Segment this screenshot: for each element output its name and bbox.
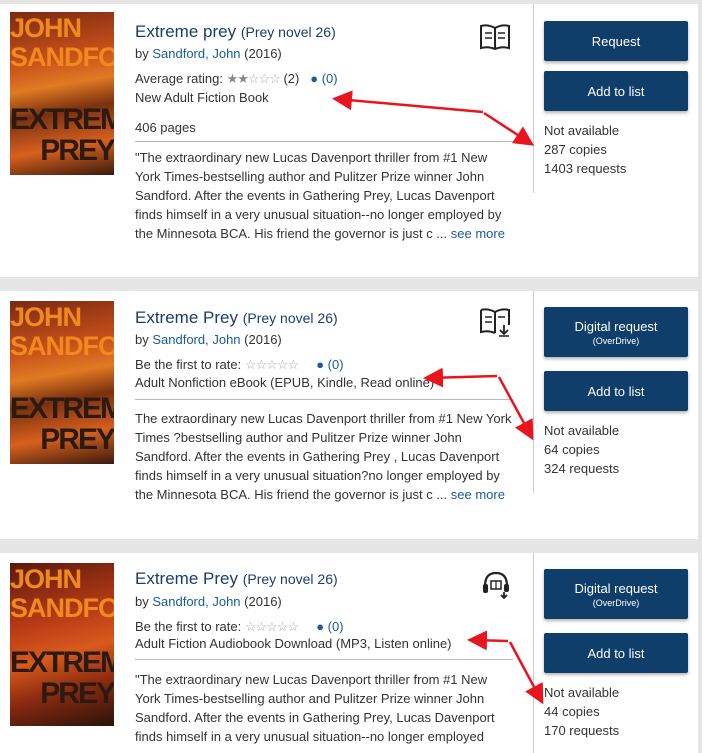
- column-separator: [533, 4, 534, 193]
- divider: [135, 141, 513, 142]
- comment-icon[interactable]: ●: [310, 71, 318, 86]
- add-to-list-button[interactable]: Add to list: [544, 71, 688, 111]
- author-link[interactable]: Sandford, John: [152, 594, 240, 609]
- author-line: by Sandford, John (2016): [135, 332, 282, 347]
- see-more-link[interactable]: see more: [451, 487, 505, 502]
- comment-count[interactable]: (0): [328, 357, 344, 372]
- series-link[interactable]: (Prey novel 26): [241, 24, 336, 40]
- book-cover[interactable]: JOHNSANDFORD EXTREMEPREY: [10, 301, 114, 464]
- page-count: 406 pages: [135, 120, 196, 135]
- ebook-download-icon: [480, 308, 510, 337]
- title-text[interactable]: Extreme Prey: [135, 308, 238, 327]
- result-card: JOHNSANDFORD EXTREMEPREY Extreme prey (P…: [0, 4, 698, 277]
- author-line: by Sandford, John (2016): [135, 594, 282, 609]
- rating-stars[interactable]: ☆☆☆☆☆: [245, 357, 299, 372]
- format-label: Adult Nonfiction eBook (EPUB, Kindle, Re…: [135, 375, 435, 390]
- title-text[interactable]: Extreme Prey: [135, 569, 238, 588]
- rating-line: Average rating: ★★☆☆☆ (2) ● (0): [135, 71, 338, 86]
- add-to-list-button[interactable]: Add to list: [544, 371, 688, 411]
- rating-line: Be the first to rate: ☆☆☆☆☆ ● (0): [135, 357, 344, 372]
- title-text[interactable]: Extreme prey: [135, 22, 236, 41]
- comment-count[interactable]: (0): [322, 71, 338, 86]
- book-icon: [480, 24, 510, 51]
- rating-stars[interactable]: ★★☆☆☆: [227, 71, 281, 86]
- rating-line: Be the first to rate: ☆☆☆☆☆ ● (0): [135, 619, 344, 634]
- author-link[interactable]: Sandford, John: [152, 332, 240, 347]
- author-line: by Sandford, John (2016): [135, 46, 282, 61]
- series-link[interactable]: (Prey novel 26): [243, 310, 338, 326]
- availability: Not available 287 copies 1403 requests: [544, 123, 627, 176]
- result-card: JOHNSANDFORD EXTREMEPREY Extreme Prey (P…: [0, 291, 698, 539]
- rating-stars[interactable]: ☆☆☆☆☆: [245, 619, 299, 634]
- comment-count[interactable]: (0): [328, 619, 344, 634]
- result-title[interactable]: Extreme prey (Prey novel 26): [135, 22, 336, 42]
- description: The extraordinary new Lucas Davenport th…: [135, 411, 512, 502]
- book-cover[interactable]: JOHNSANDFORD EXTREMEPREY: [10, 12, 114, 175]
- comment-icon[interactable]: ●: [316, 619, 324, 634]
- digital-request-button[interactable]: Digital request (OverDrive): [544, 307, 688, 357]
- digital-request-button[interactable]: Digital request (OverDrive): [544, 569, 688, 619]
- rating-count: (2): [283, 71, 300, 86]
- audiobook-download-icon: [483, 571, 509, 600]
- divider: [135, 399, 513, 400]
- availability: Not available 44 copies 170 requests: [544, 685, 620, 738]
- column-separator: [533, 553, 534, 753]
- format-label: New Adult Fiction Book: [135, 90, 269, 105]
- description: "The extraordinary new Lucas Davenport t…: [135, 672, 495, 744]
- comment-icon[interactable]: ●: [316, 357, 324, 372]
- availability: Not available 64 copies 324 requests: [544, 423, 620, 476]
- result-title[interactable]: Extreme Prey (Prey novel 26): [135, 308, 338, 328]
- column-separator: [533, 291, 534, 493]
- see-more-link[interactable]: see more: [451, 226, 505, 241]
- request-button[interactable]: Request: [544, 21, 688, 61]
- book-cover[interactable]: JOHNSANDFORD EXTREMEPREY: [10, 563, 114, 726]
- result-card: JOHNSANDFORD EXTREMEPREY Extreme Prey (P…: [0, 553, 698, 753]
- description: "The extraordinary new Lucas Davenport t…: [135, 150, 505, 241]
- series-link[interactable]: (Prey novel 26): [243, 571, 338, 587]
- author-link[interactable]: Sandford, John: [152, 46, 240, 61]
- divider: [135, 659, 513, 660]
- add-to-list-button[interactable]: Add to list: [544, 633, 688, 673]
- format-label: Adult Fiction Audiobook Download (MP3, L…: [135, 636, 452, 651]
- result-title[interactable]: Extreme Prey (Prey novel 26): [135, 569, 338, 589]
